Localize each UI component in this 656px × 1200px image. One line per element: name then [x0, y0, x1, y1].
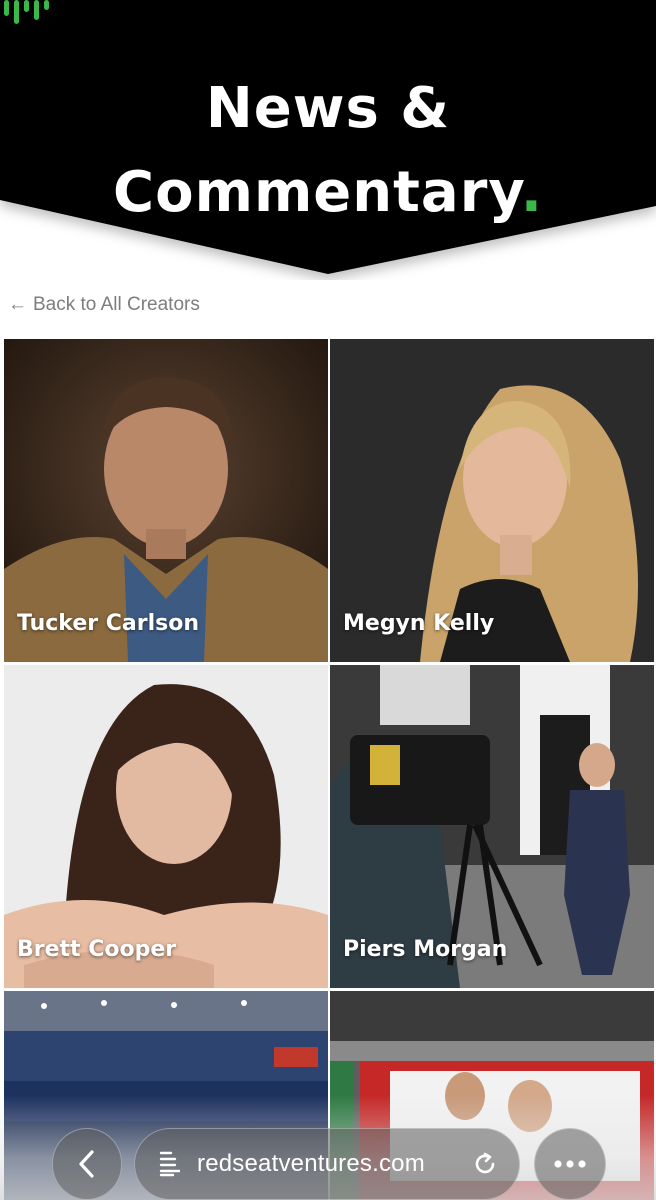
creator-card-brett-cooper[interactable]: Brett Cooper [4, 665, 328, 988]
creator-card-tucker-carlson[interactable]: Tucker Carlson [4, 339, 328, 662]
browser-address-bar[interactable]: redseatventures.com [134, 1128, 520, 1200]
reload-icon[interactable] [471, 1150, 499, 1178]
creator-name: Piers Morgan [343, 937, 508, 962]
back-to-creators-link[interactable]: ← Back to All Creators [8, 294, 200, 316]
creator-name: Megyn Kelly [343, 611, 495, 636]
creator-name: Tucker Carlson [17, 611, 200, 636]
creator-card-megyn-kelly[interactable]: Megyn Kelly [330, 339, 654, 662]
browser-back-button[interactable] [52, 1128, 122, 1200]
title-accent-dot: . [520, 160, 543, 225]
page-title-line2: Commentary. [0, 160, 656, 225]
page-title-line1: News & [205, 76, 451, 141]
page-title-text: Commentary [113, 160, 521, 225]
more-dots-icon [554, 1160, 586, 1168]
browser-more-button[interactable] [534, 1128, 606, 1200]
chevron-left-icon [79, 1150, 94, 1178]
hero-header: News & Commentary. [0, 0, 656, 280]
creator-card-piers-morgan[interactable]: Piers Morgan [330, 665, 654, 988]
creator-name: Brett Cooper [17, 937, 177, 962]
arrow-left-icon: ← [8, 294, 27, 315]
url-text: redseatventures.com [197, 1150, 425, 1177]
back-link-label: Back to All Creators [33, 294, 200, 315]
page-lines-icon [159, 1151, 181, 1177]
sound-bars-logo-icon [4, 0, 49, 24]
